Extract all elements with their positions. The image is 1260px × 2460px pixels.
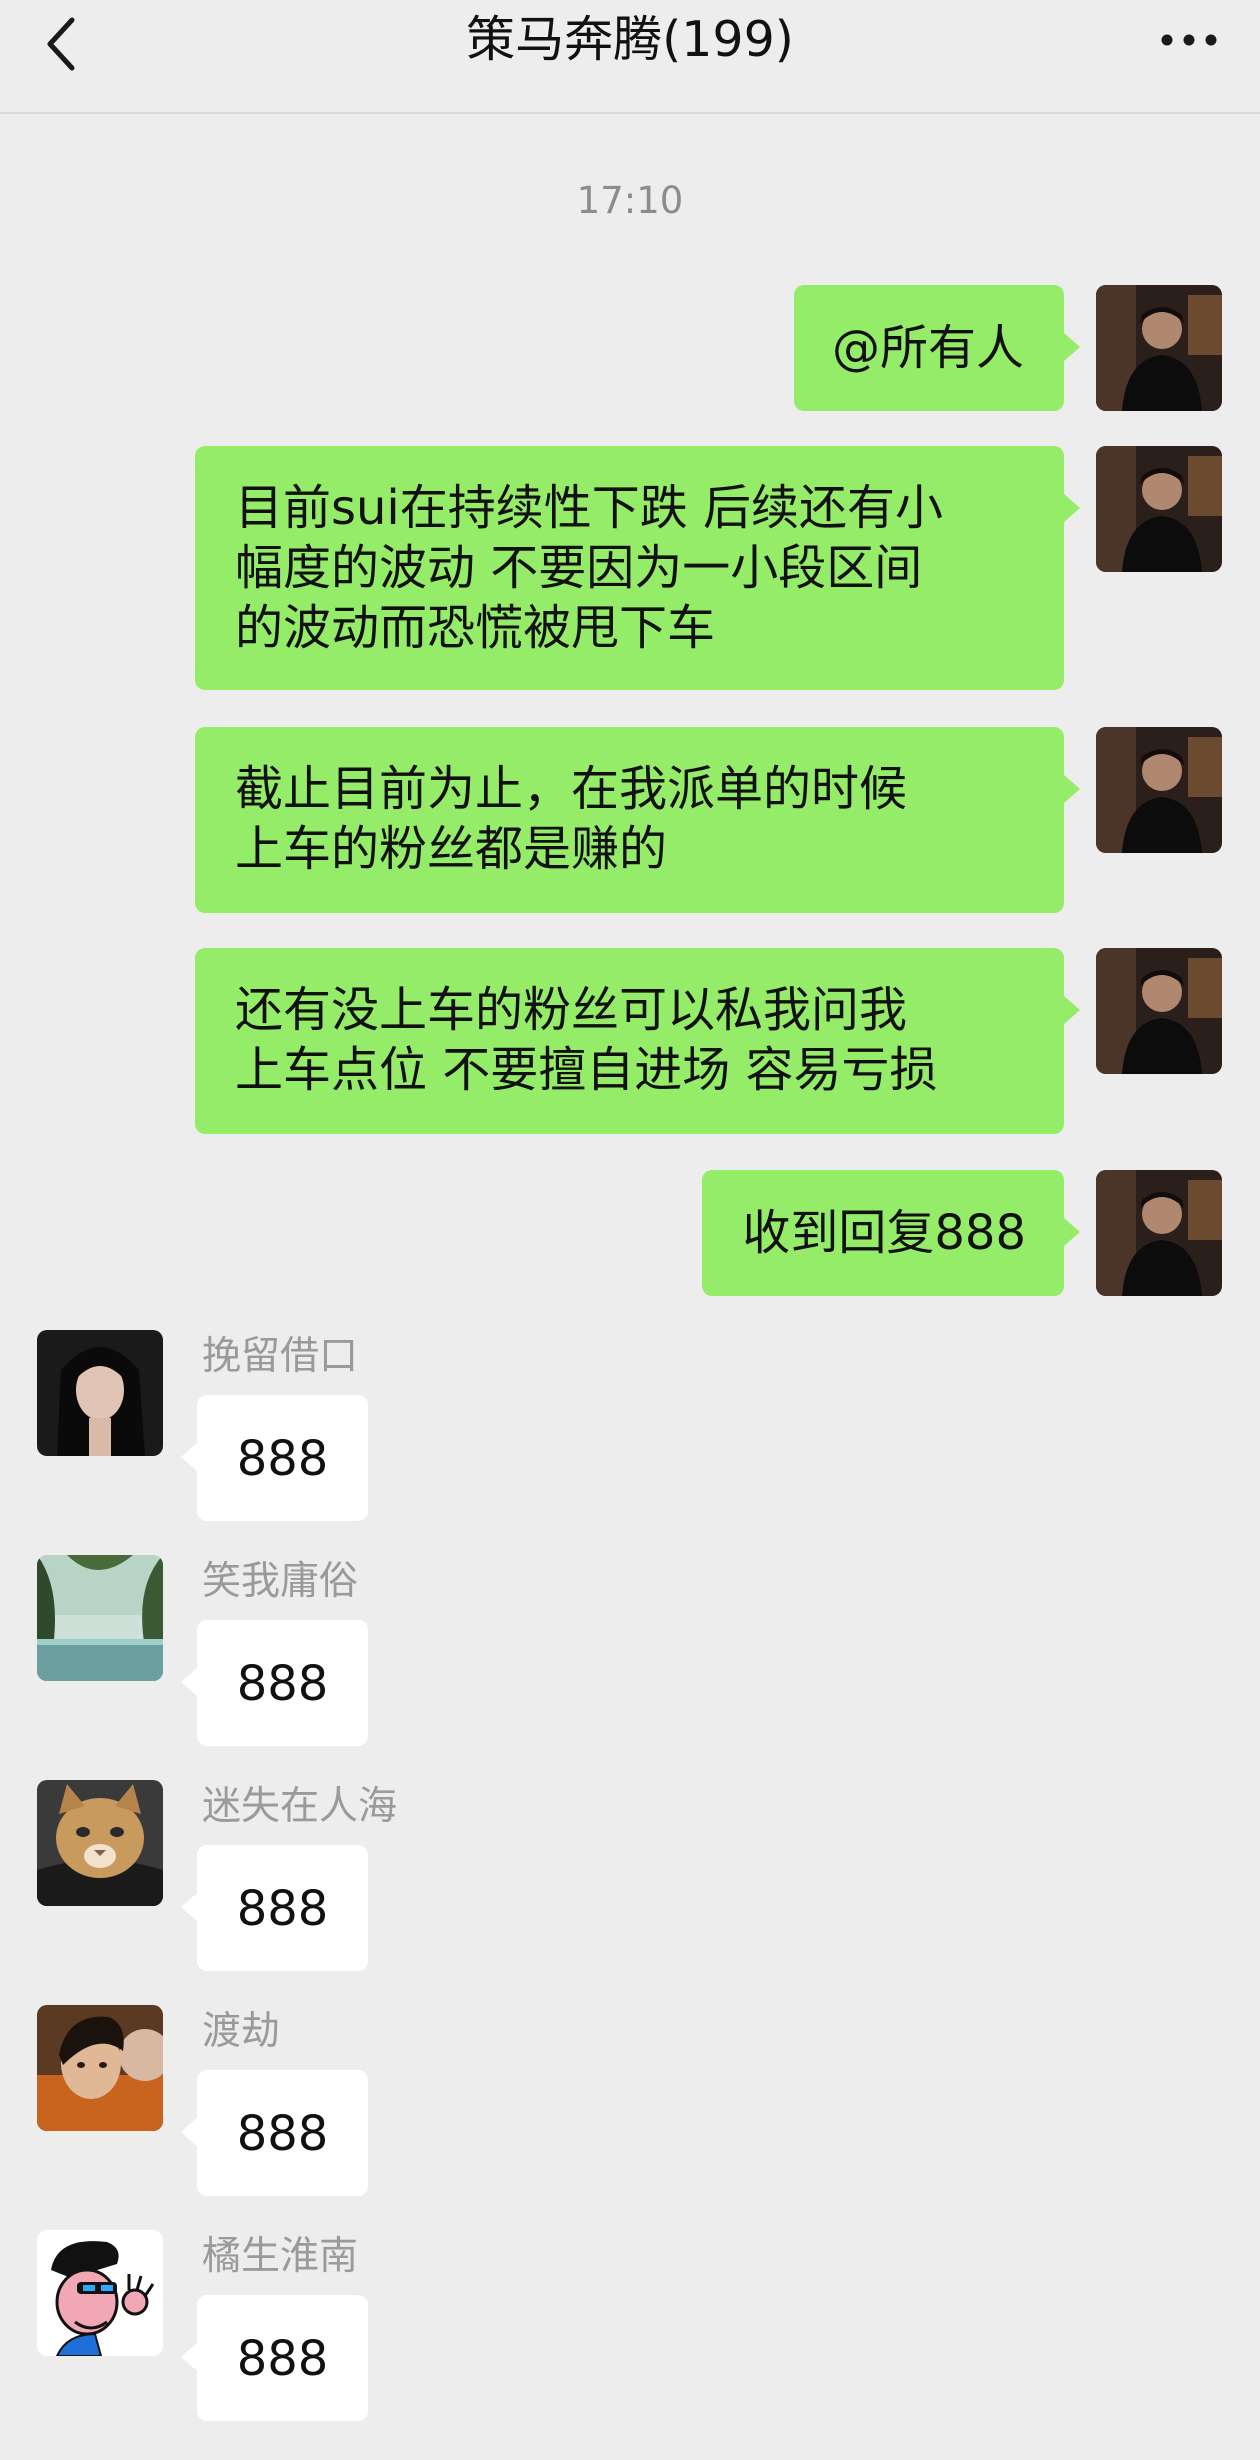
member-avatar[interactable] [37, 2005, 163, 2131]
bubble-tail [1064, 494, 1080, 522]
message-text: 888 [236, 1431, 329, 1487]
member-avatar[interactable] [37, 2230, 163, 2356]
chat-title: 策马奔腾(199) [466, 11, 794, 68]
bubble-tail [1064, 333, 1080, 361]
message-text-line: 目前sui在持续性下跌 后续还有小 [235, 480, 944, 536]
my-avatar[interactable] [1096, 727, 1222, 853]
bubble-tail [1064, 996, 1080, 1024]
outgoing-message-bubble[interactable]: 截止目前为止，在我派单的时候 上车的粉丝都是赚的 [195, 727, 1080, 913]
sender-name: 挽留借口 [202, 1334, 359, 1379]
incoming-message-bubble[interactable]: 888 [181, 1620, 368, 1746]
my-avatar[interactable] [1096, 446, 1222, 572]
message-text: @所有人 [831, 320, 1024, 376]
bubble-tail [181, 1443, 197, 1471]
incoming-message-bubble[interactable]: 888 [181, 1845, 368, 1971]
outgoing-message-bubble[interactable]: 收到回复888 [702, 1170, 1080, 1296]
message-text-line: 还有没上车的粉丝可以私我问我 [235, 982, 908, 1038]
my-avatar[interactable] [1096, 948, 1222, 1074]
member-avatar[interactable] [37, 1330, 163, 1456]
message-timestamp: 17:10 [576, 179, 684, 222]
message-text: 888 [236, 2331, 329, 2387]
outgoing-message-bubble[interactable]: 还有没上车的粉丝可以私我问我 上车点位 不要擅自进场 容易亏损 [195, 948, 1080, 1134]
bubble-tail [181, 2343, 197, 2371]
bubble-tail [1064, 775, 1080, 803]
more-horizontal-icon[interactable] [1160, 28, 1218, 52]
sender-name: 橘生淮南 [202, 2234, 359, 2279]
my-avatar[interactable] [1096, 285, 1222, 411]
sender-name: 渡劫 [202, 2009, 281, 2054]
message-text: 888 [236, 2106, 329, 2162]
bubble-tail [181, 1893, 197, 1921]
message-text-line: 上车点位 不要擅自进场 容易亏损 [235, 1042, 938, 1098]
message-text-line: 上车的粉丝都是赚的 [235, 821, 668, 877]
message-text: 888 [236, 1656, 329, 1712]
incoming-message-bubble[interactable]: 888 [181, 2295, 368, 2421]
my-avatar[interactable] [1096, 1170, 1222, 1296]
incoming-message-bubble[interactable]: 888 [181, 1395, 368, 1521]
message-text-line: 的波动而恐慌被甩下车 [235, 600, 716, 656]
bubble-tail [181, 1668, 197, 1696]
nav-bar: 策马奔腾(199) [0, 0, 1260, 114]
outgoing-message-bubble[interactable]: 目前sui在持续性下跌 后续还有小 幅度的波动 不要因为一小段区间 的波动而恐慌… [195, 446, 1080, 690]
incoming-message-bubble[interactable]: 888 [181, 2070, 368, 2196]
member-avatar[interactable] [37, 1555, 163, 1681]
message-text-line: 幅度的波动 不要因为一小段区间 [235, 540, 923, 596]
bubble-tail [181, 2118, 197, 2146]
message-text: 收到回复888 [742, 1205, 1026, 1261]
sender-name: 笑我庸俗 [202, 1559, 359, 1604]
member-avatar[interactable] [37, 1780, 163, 1906]
bubble-tail [1064, 1218, 1080, 1246]
sender-name: 迷失在人海 [202, 1784, 398, 1829]
outgoing-message-bubble[interactable]: @所有人 [793, 285, 1080, 411]
message-text: 888 [236, 1881, 329, 1937]
message-text-line: 截止目前为止，在我派单的时候 [235, 761, 908, 817]
